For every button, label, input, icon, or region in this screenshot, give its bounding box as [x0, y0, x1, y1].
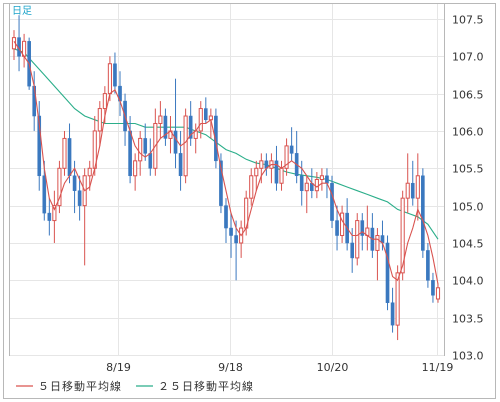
y-tick-label: 106.5: [452, 89, 484, 102]
candles: [11, 15, 441, 341]
candle-body: [375, 235, 380, 251]
x-axis-ticks: 8/19 9/18 10/20 11/19: [106, 361, 453, 374]
y-tick-label: 107.0: [452, 51, 484, 64]
candle-body: [77, 190, 82, 206]
candle-body: [234, 235, 238, 244]
legend-ma25-label: ２５日移動平均線: [158, 379, 254, 393]
candle-body: [304, 182, 309, 192]
candle-body: [87, 167, 92, 177]
period-label: 日足: [12, 5, 32, 17]
candle-body: [385, 242, 390, 303]
x-tick-label: 9/18: [218, 361, 243, 374]
candle-body: [314, 179, 319, 192]
candle-body: [350, 242, 355, 259]
candlestick-chart: 107.5 107.0 106.5 106.0 105.5 105.0 104.5 104.0…: [3, 3, 496, 399]
x-tick-label: 11/19: [422, 361, 454, 374]
candle-body: [173, 130, 178, 154]
y-tick-label: 105.5: [452, 163, 484, 176]
candle-body: [72, 175, 77, 191]
legend-ma5-label: ５日移動平均線: [38, 379, 122, 393]
y-tick-label: 105.0: [452, 201, 484, 214]
candle-body: [325, 175, 329, 184]
candle-body: [410, 182, 415, 199]
x-tick-label: 8/19: [106, 361, 131, 374]
candle-body: [426, 250, 430, 281]
candle-body: [198, 108, 203, 132]
y-tick-label: 103.5: [452, 313, 484, 326]
candle-body: [128, 130, 132, 177]
candle-body: [113, 63, 117, 87]
candle-body: [355, 220, 360, 259]
candle-body: [431, 280, 435, 296]
candle-body: [158, 115, 163, 124]
candle-body: [47, 212, 52, 221]
candle-body: [299, 175, 304, 191]
candle-body: [259, 160, 264, 169]
x-tick-label: 10/20: [317, 361, 349, 374]
y-tick-label: 106.0: [452, 126, 484, 139]
candle-body: [224, 205, 228, 229]
candle-body: [62, 137, 67, 169]
candle-body: [143, 138, 148, 154]
candle-body: [421, 175, 425, 251]
y-tick-label: 104.0: [452, 275, 484, 288]
y-tick-label: 107.5: [452, 14, 484, 27]
candle-body: [42, 175, 47, 214]
candle-body: [183, 115, 188, 177]
candle-body: [67, 138, 72, 177]
candle-body: [330, 182, 334, 221]
candle-body: [229, 227, 233, 236]
candle-body: [279, 167, 284, 184]
y-tick-label: 103.0: [452, 350, 484, 363]
candle-body: [254, 167, 259, 177]
candle-body: [148, 153, 153, 169]
candle-body: [107, 63, 112, 95]
ma5-line: [13, 40, 439, 285]
candle-body: [435, 287, 441, 300]
candle-body: [340, 212, 345, 237]
candle-body: [319, 175, 324, 181]
y-tick-label: 104.5: [452, 238, 484, 251]
candle-body: [390, 302, 395, 326]
candle-body: [178, 153, 183, 177]
candle-body: [335, 220, 339, 236]
candle-body: [415, 175, 420, 199]
ma5-line-group: [13, 40, 439, 285]
candle-body: [405, 182, 410, 199]
candle-body: [138, 137, 143, 162]
candle-body: [289, 145, 294, 154]
y-axis-ticks: 107.5 107.0 106.5 106.0 105.5 105.0 104.5 104.0…: [452, 14, 484, 363]
candle-body: [97, 108, 102, 132]
candle-body: [102, 93, 107, 110]
candle-body: [133, 160, 138, 177]
chart-widget: 107.5 107.0 106.5 106.0 105.5 105.0 104.5 104.0…: [0, 0, 500, 402]
candle-body: [249, 175, 254, 199]
candle-body: [203, 108, 208, 121]
